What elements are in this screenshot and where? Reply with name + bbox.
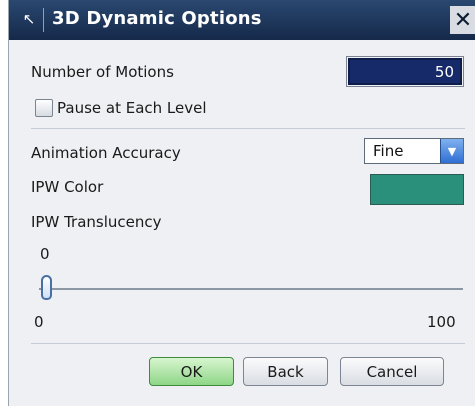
- dialog-title: 3D Dynamic Options: [52, 8, 262, 29]
- ipw-color-swatch[interactable]: [370, 174, 464, 205]
- slider-min-label: 0: [34, 313, 44, 331]
- translucency-label: IPW Translucency: [31, 213, 162, 231]
- cancel-button[interactable]: Cancel: [340, 357, 444, 386]
- pin-icon[interactable]: ↖: [19, 9, 39, 29]
- back-button[interactable]: Back: [243, 357, 328, 386]
- number-of-motions-input[interactable]: [346, 56, 464, 87]
- ipw-color-label: IPW Color: [31, 178, 104, 196]
- close-icon[interactable]: ✕: [450, 6, 475, 34]
- accuracy-label: Animation Accuracy: [31, 144, 181, 162]
- chevron-down-icon[interactable]: ▼: [440, 139, 463, 163]
- title-bar[interactable]: ↖ 3D Dynamic Options ✕: [9, 0, 475, 40]
- divider: [31, 128, 465, 129]
- accuracy-selected-value: Fine: [373, 142, 404, 160]
- divider: [31, 343, 465, 344]
- pause-label: Pause at Each Level: [57, 99, 207, 117]
- motions-label: Number of Motions: [31, 63, 174, 81]
- translucency-slider-thumb[interactable]: [41, 275, 52, 300]
- pause-checkbox[interactable]: [35, 99, 53, 117]
- translucency-slider-track[interactable]: [39, 288, 463, 290]
- translucency-value: 0: [40, 245, 50, 263]
- slider-max-label: 100: [427, 313, 456, 331]
- title-separator: [43, 8, 44, 32]
- dialog: ↖ 3D Dynamic Options ✕ Number of Motions…: [8, 0, 475, 406]
- accuracy-select[interactable]: Fine ▼: [364, 138, 464, 164]
- ok-button[interactable]: OK: [149, 357, 234, 386]
